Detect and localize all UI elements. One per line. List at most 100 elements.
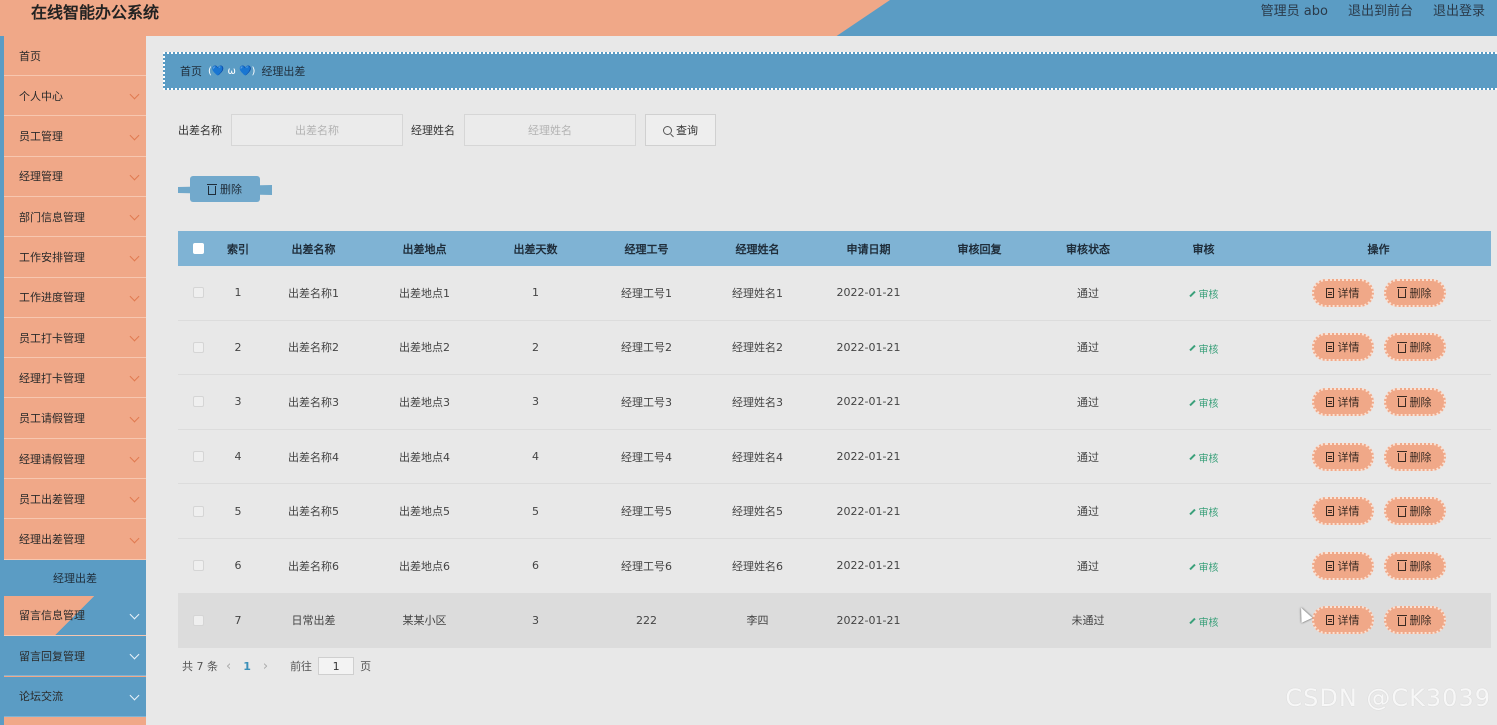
row-checkbox[interactable] xyxy=(192,505,204,517)
logout-link[interactable]: 退出登录 xyxy=(1433,4,1485,20)
detail-button[interactable]: 详情 xyxy=(1311,278,1374,307)
search-bar: 出差名称 经理姓名 查询 xyxy=(178,114,716,146)
audit-link-label: 审核 xyxy=(1198,453,1219,465)
detail-button[interactable]: 详情 xyxy=(1311,387,1374,416)
audit-link[interactable]: 审核 xyxy=(1188,395,1219,410)
detail-button[interactable]: 详情 xyxy=(1311,551,1374,580)
cell-manager-no: 222 xyxy=(636,613,657,627)
chevron-down-icon xyxy=(129,170,140,181)
breadcrumb-home[interactable]: 首页 xyxy=(180,63,202,79)
header-operations: 操作 xyxy=(1367,242,1390,256)
row-checkbox-cell xyxy=(178,560,218,572)
row-checkbox[interactable] xyxy=(192,396,204,408)
document-icon xyxy=(1325,287,1334,298)
detail-button-label: 详情 xyxy=(1337,614,1360,628)
detail-button[interactable]: 详情 xyxy=(1311,606,1374,635)
prev-page-icon[interactable]: ‹ xyxy=(226,659,231,674)
sidebar-lower-item-2[interactable]: 论坛交流 xyxy=(4,676,146,717)
sidebar: 首页 个人中心 员工管理 经理管理 部门信息管理 工作安排管理 工作进度管理 员工打卡管理 经理… xyxy=(0,36,146,725)
audit-link[interactable]: 审核 xyxy=(1188,450,1219,465)
row-checkbox[interactable] xyxy=(192,560,204,572)
next-page-icon[interactable]: › xyxy=(263,659,268,674)
pagination-goto-input[interactable] xyxy=(318,657,355,675)
row-checkbox[interactable] xyxy=(192,614,204,626)
cell-apply-date: 2022-01-21 xyxy=(836,395,901,409)
row-checkbox[interactable] xyxy=(192,451,204,463)
sidebar-item-2[interactable]: 员工管理 xyxy=(4,117,146,157)
sidebar-item-label: 经理出差管理 xyxy=(19,533,85,547)
chevron-down-icon xyxy=(129,371,140,382)
header-trip-days: 出差天数 xyxy=(513,242,558,256)
cell-manager-no: 经理工号4 xyxy=(621,450,672,464)
cell-audit-status: 通过 xyxy=(1077,450,1099,464)
row-delete-button[interactable]: 删除 xyxy=(1383,387,1446,416)
row-delete-label: 删除 xyxy=(1409,286,1432,300)
search-button[interactable]: 查询 xyxy=(645,114,716,146)
row-delete-button[interactable]: 删除 xyxy=(1383,606,1446,635)
sidebar-lower-item-0[interactable]: 留言信息管理 xyxy=(4,595,146,636)
edit-pen-icon xyxy=(1188,454,1196,461)
select-all-checkbox[interactable] xyxy=(192,243,204,254)
cell-audit-status: 未通过 xyxy=(1071,614,1105,628)
table-row: 5 出差名称5 出差地点5 5 经理工号5 经理姓名5 2022-01-21 通过 审核 详情 删除 xyxy=(178,484,1491,539)
exit-to-front-link[interactable]: 退出到前台 xyxy=(1348,4,1413,20)
cell-trip-name: 出差名称3 xyxy=(288,395,339,409)
sidebar-lower-item-1[interactable]: 留言回复管理 xyxy=(4,636,146,677)
row-delete-button[interactable]: 删除 xyxy=(1383,333,1446,362)
sidebar-item-8[interactable]: 经理打卡管理 xyxy=(4,358,146,399)
cell-operations: 详情 删除 xyxy=(1266,333,1491,362)
row-delete-button[interactable]: 删除 xyxy=(1383,278,1446,307)
sidebar-item-12[interactable]: 经理出差管理 xyxy=(4,520,146,560)
cell-audit: 审核 xyxy=(1141,394,1266,410)
sidebar-item-7[interactable]: 员工打卡管理 xyxy=(4,318,146,359)
header-checkbox-cell xyxy=(178,243,218,254)
audit-link[interactable]: 审核 xyxy=(1188,614,1219,629)
chevron-down-icon xyxy=(129,452,140,463)
row-checkbox[interactable] xyxy=(192,341,204,353)
sidebar-item-9[interactable]: 员工请假管理 xyxy=(4,399,146,439)
audit-link[interactable]: 审核 xyxy=(1188,504,1219,519)
batch-delete-button[interactable]: 删除 xyxy=(190,176,260,202)
detail-button-label: 详情 xyxy=(1337,505,1360,519)
cell-audit: 审核 xyxy=(1141,285,1266,301)
detail-button[interactable]: 详情 xyxy=(1311,442,1374,471)
sidebar-item-11[interactable]: 员工出差管理 xyxy=(4,479,146,520)
row-checkbox[interactable] xyxy=(192,287,204,299)
detail-button[interactable]: 详情 xyxy=(1311,497,1374,526)
sidebar-item-label: 论坛交流 xyxy=(19,690,63,703)
app-title: 在线智能办公系统 xyxy=(31,3,160,22)
sidebar-item-6[interactable]: 工作进度管理 xyxy=(4,278,146,318)
trash-icon xyxy=(1396,560,1407,572)
cell-trip-name: 出差名称2 xyxy=(288,341,339,355)
row-delete-button[interactable]: 删除 xyxy=(1383,551,1446,580)
edit-pen-icon xyxy=(1188,508,1196,516)
cell-manager-no: 经理工号5 xyxy=(621,505,672,519)
trip-name-input[interactable] xyxy=(231,114,403,146)
row-checkbox-cell xyxy=(178,396,218,408)
document-icon xyxy=(1325,342,1334,353)
cell-audit-status: 通过 xyxy=(1077,395,1099,409)
pagination-total: 共 7 条 xyxy=(182,660,218,673)
audit-link[interactable]: 审核 xyxy=(1188,559,1219,574)
audit-link[interactable]: 审核 xyxy=(1188,286,1219,301)
cell-manager-name: 经理姓名2 xyxy=(732,341,783,355)
row-delete-button[interactable]: 删除 xyxy=(1383,442,1446,471)
sidebar-item-5[interactable]: 工作安排管理 xyxy=(4,238,146,278)
sidebar-subitem-active[interactable]: 经理出差 xyxy=(4,559,146,596)
sidebar-item-4[interactable]: 部门信息管理 xyxy=(4,197,146,238)
sidebar-item-1[interactable]: 个人中心 xyxy=(4,76,146,117)
row-delete-button[interactable]: 删除 xyxy=(1383,497,1446,526)
header-apply-date: 申请日期 xyxy=(846,242,891,256)
pagination-current-page[interactable]: 1 xyxy=(243,660,251,673)
sidebar-item-10[interactable]: 经理请假管理 xyxy=(4,439,146,479)
cell-trip-place: 出差地点3 xyxy=(399,395,450,409)
sidebar-item-0[interactable]: 首页 xyxy=(4,36,146,76)
top-header: 在线智能办公系统 管理员 abo 退出到前台 退出登录 xyxy=(0,0,1497,36)
audit-link[interactable]: 审核 xyxy=(1188,341,1219,356)
manager-name-input[interactable] xyxy=(464,114,636,146)
detail-button[interactable]: 详情 xyxy=(1311,333,1374,362)
sidebar-item-3[interactable]: 经理管理 xyxy=(4,157,146,197)
trash-icon xyxy=(207,183,217,195)
document-icon xyxy=(1325,615,1334,626)
edit-pen-icon xyxy=(1188,617,1196,625)
